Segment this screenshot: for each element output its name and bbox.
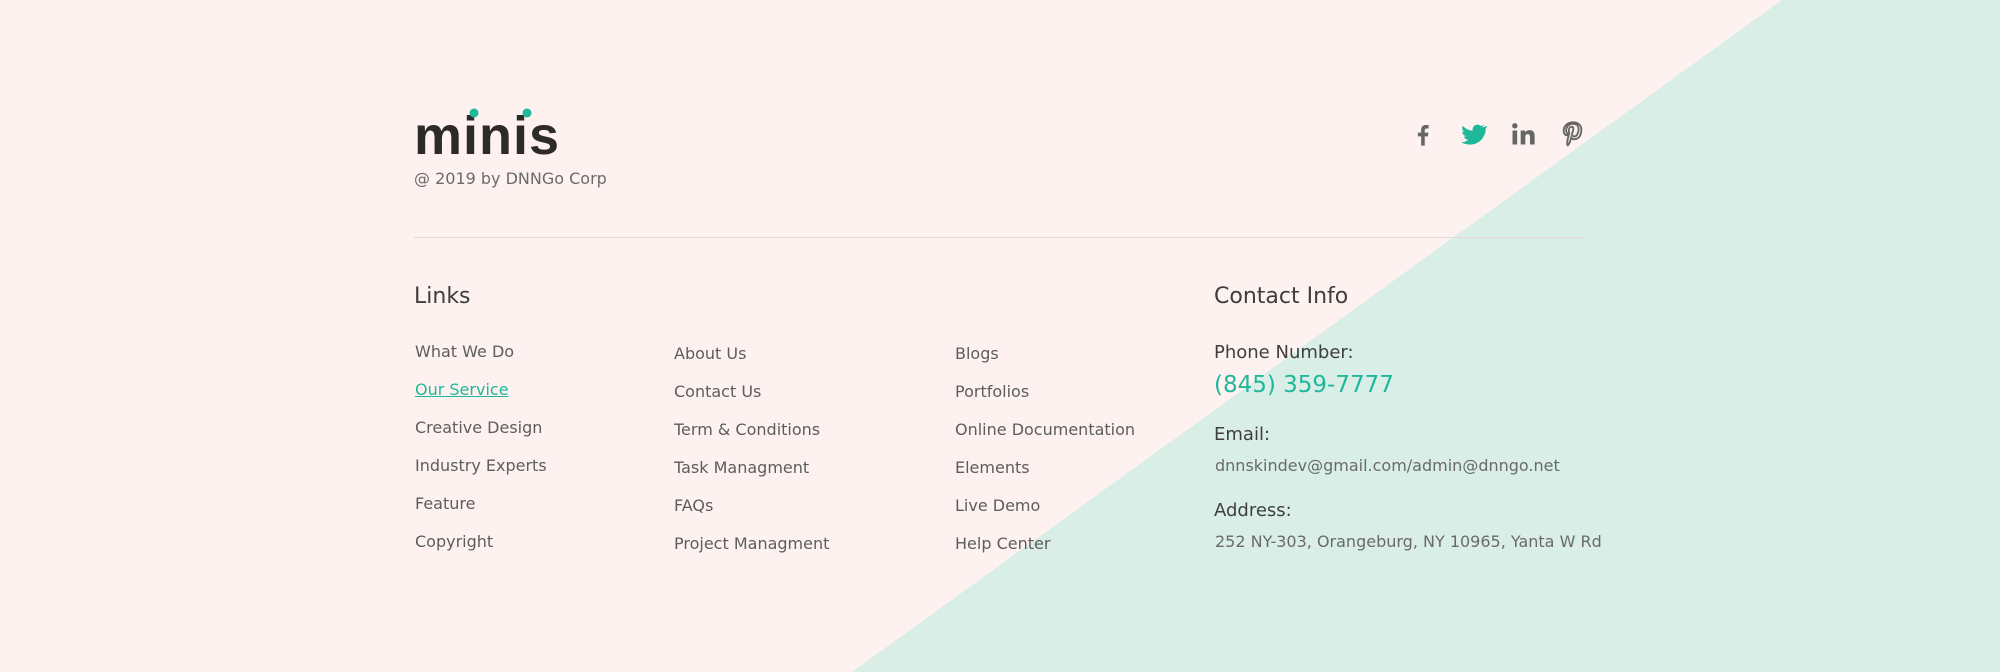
phone-number[interactable]: (845) 359-7777 [1214,372,1394,398]
link-task-managment[interactable]: Task Managment [674,458,809,477]
facebook-link[interactable] [1409,120,1437,148]
link-elements[interactable]: Elements [955,458,1030,477]
link-live-demo[interactable]: Live Demo [955,496,1040,515]
minis-logo[interactable]: minis [414,106,568,160]
link-contact-us[interactable]: Contact Us [674,382,761,401]
link-creative-design[interactable]: Creative Design [415,418,542,437]
link-project-managment[interactable]: Project Managment [674,534,829,553]
email-address[interactable]: dnnskindev@gmail.com/admin@dnngo.net [1215,456,1560,475]
email-label: Email: [1214,424,1271,445]
pinterest-link[interactable] [1559,120,1587,148]
link-term-conditions[interactable]: Term & Conditions [674,420,820,439]
copyright-text: @ 2019 by DNNGo Corp [414,169,607,188]
contact-heading: Contact Info [1214,284,1349,309]
link-copyright[interactable]: Copyright [415,532,493,551]
link-industry-experts[interactable]: Industry Experts [415,456,547,475]
link-blogs[interactable]: Blogs [955,344,999,363]
phone-label: Phone Number: [1214,342,1354,363]
twitter-icon [1461,124,1487,145]
footer-divider [414,237,1586,238]
svg-text:minis: minis [414,106,560,160]
link-help-center[interactable]: Help Center [955,534,1050,553]
link-about-us[interactable]: About Us [674,344,746,363]
address-text: 252 NY-303, Orangeburg, NY 10965, Yanta … [1215,532,1602,551]
link-our-service[interactable]: Our Service [415,380,509,399]
facebook-icon [1417,125,1429,146]
link-feature[interactable]: Feature [415,494,475,513]
link-online-documentation[interactable]: Online Documentation [955,420,1135,439]
twitter-link[interactable] [1459,120,1487,148]
linkedin-icon [1512,123,1535,145]
links-heading: Links [414,284,471,309]
link-faqs[interactable]: FAQs [674,496,713,515]
link-portfolios[interactable]: Portfolios [955,382,1029,401]
address-label: Address: [1214,500,1292,521]
link-what-we-do[interactable]: What We Do [415,342,514,361]
pinterest-icon [1562,121,1583,147]
linkedin-link[interactable] [1509,120,1537,148]
